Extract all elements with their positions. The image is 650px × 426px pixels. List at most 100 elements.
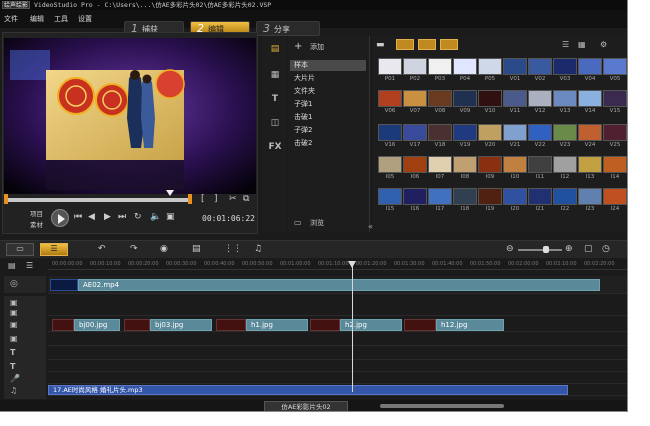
timeline-playhead-line[interactable] <box>352 262 353 392</box>
storyboard-view-icon[interactable]: ▭ <box>6 243 34 256</box>
list-view-icon[interactable]: ☰ <box>562 40 569 49</box>
media-thumbnail[interactable] <box>378 124 402 141</box>
media-thumbnail[interactable] <box>403 188 427 205</box>
project-mode-label[interactable]: 项目 <box>30 208 43 218</box>
media-thumbnail[interactable] <box>453 188 477 205</box>
media-thumbnail[interactable] <box>603 90 627 107</box>
overlay-clip-thumbnail[interactable] <box>52 319 74 331</box>
options-icon[interactable]: ⚙ <box>600 40 607 49</box>
video-clip-thumbnail[interactable] <box>50 279 78 291</box>
video-clip[interactable]: AE02.mp4 <box>78 279 600 291</box>
overlay-clip[interactable]: h2.jpg <box>340 319 402 331</box>
menu-edit[interactable]: 编辑 <box>30 14 44 24</box>
show-photo-icon[interactable] <box>418 39 436 50</box>
mark-out-button[interactable]: ] <box>214 194 218 204</box>
media-thumbnail[interactable] <box>478 58 502 75</box>
media-thumbnail[interactable] <box>428 58 452 75</box>
overlay-clip[interactable]: bj00.jpg <box>74 319 120 331</box>
media-thumbnail[interactable] <box>578 58 602 75</box>
repeat-icon[interactable]: ↻ <box>134 212 142 222</box>
media-thumbnail[interactable] <box>578 90 602 107</box>
time-ruler[interactable]: 00:00:00:00 00:00:10:00 00:00:20:00 00:00:3… <box>48 260 627 270</box>
media-thumbnail[interactable] <box>603 58 627 75</box>
media-thumbnail[interactable] <box>528 156 552 173</box>
timeline-view-icon[interactable]: ☰ <box>40 243 68 256</box>
overlay-clip[interactable]: bj03.jpg <box>150 319 212 331</box>
mark-in-button[interactable]: [ <box>201 194 205 204</box>
trim-start-handle[interactable] <box>4 194 8 204</box>
media-thumbnail[interactable] <box>503 124 527 141</box>
media-thumbnail[interactable] <box>403 58 427 75</box>
overlay-clip-thumbnail[interactable] <box>310 319 340 331</box>
zoom-slider-thumb[interactable] <box>543 246 549 253</box>
media-thumbnail[interactable] <box>553 156 577 173</box>
media-thumbnail[interactable] <box>603 188 627 205</box>
zoom-out-icon[interactable]: ⊖ <box>506 244 514 254</box>
overlay-clip-thumbnail[interactable] <box>124 319 150 331</box>
previous-frame-icon[interactable]: ◀ <box>88 212 95 222</box>
media-thumbnail[interactable] <box>453 124 477 141</box>
track-manager-icon[interactable]: ▤ <box>8 261 16 270</box>
zoom-slider[interactable] <box>518 249 562 251</box>
media-thumbnail[interactable] <box>503 188 527 205</box>
project-duration-icon[interactable]: ◷ <box>602 244 610 254</box>
media-thumbnail[interactable] <box>428 156 452 173</box>
folder-item[interactable]: 子弹1 <box>290 99 366 110</box>
collapse-library-icon[interactable]: « <box>368 222 373 231</box>
sound-mixer-icon[interactable]: ⋮⋮ <box>224 244 242 254</box>
overlay-clip[interactable]: h12.jpg <box>436 319 504 331</box>
media-thumbnail[interactable] <box>428 90 452 107</box>
media-thumbnail[interactable] <box>553 58 577 75</box>
media-thumbnail[interactable] <box>478 124 502 141</box>
media-icon[interactable]: ▤ <box>268 44 282 56</box>
media-thumbnail[interactable] <box>528 124 552 141</box>
video-track-header[interactable]: ◎ <box>4 276 46 294</box>
browse-label[interactable]: 浏览 <box>310 218 324 228</box>
overlay-clip[interactable]: h1.jpg <box>246 319 308 331</box>
auto-music-icon[interactable]: ♫ <box>254 244 262 254</box>
media-thumbnail[interactable] <box>403 156 427 173</box>
menu-tools[interactable]: 工具 <box>54 14 68 24</box>
media-thumbnail[interactable] <box>553 124 577 141</box>
folder-item[interactable]: 子弹2 <box>290 125 366 136</box>
smart-proxy-icon[interactable]: ▤ <box>192 244 201 254</box>
show-audio-icon[interactable] <box>440 39 458 50</box>
chapter-point-icon[interactable]: ☰ <box>26 261 33 270</box>
media-thumbnail[interactable] <box>478 90 502 107</box>
menu-file[interactable]: 文件 <box>4 14 18 24</box>
scrub-playhead[interactable] <box>166 190 174 196</box>
folder-item[interactable]: 击破2 <box>290 138 366 149</box>
media-thumbnail[interactable] <box>378 156 402 173</box>
media-thumbnail[interactable] <box>503 156 527 173</box>
step-share[interactable]: 3 分享 <box>256 21 320 36</box>
media-thumbnail[interactable] <box>378 58 402 75</box>
folder-icon[interactable]: ▬ <box>376 40 385 50</box>
filter-icon[interactable]: FX <box>268 142 282 154</box>
overlay-clip-thumbnail[interactable] <box>404 319 436 331</box>
scrub-bar[interactable] <box>6 198 192 202</box>
title-icon[interactable]: T <box>268 94 282 106</box>
media-thumbnail[interactable] <box>453 58 477 75</box>
hd-icon[interactable]: ▣ <box>166 212 175 222</box>
media-thumbnail[interactable] <box>403 90 427 107</box>
media-thumbnail[interactable] <box>378 90 402 107</box>
folder-item[interactable]: 文件夹 <box>290 86 366 97</box>
add-icon[interactable]: + <box>294 41 302 52</box>
next-frame-icon[interactable]: ▶ <box>104 212 111 222</box>
volume-icon[interactable]: 🔈 <box>150 212 161 222</box>
media-thumbnail[interactable] <box>478 156 502 173</box>
media-thumbnail[interactable] <box>503 90 527 107</box>
record-capture-icon[interactable]: ◉ <box>160 244 168 254</box>
media-thumbnail[interactable] <box>603 156 627 173</box>
undo-icon[interactable]: ↶ <box>98 244 106 254</box>
browse-icon[interactable]: ▭ <box>294 218 302 227</box>
scissors-icon[interactable]: ✂ <box>229 194 237 204</box>
overlay-clip-thumbnail[interactable] <box>216 319 246 331</box>
show-video-icon[interactable] <box>396 39 414 50</box>
media-thumbnail[interactable] <box>603 124 627 141</box>
redo-icon[interactable]: ↷ <box>130 244 138 254</box>
media-thumbnail[interactable] <box>528 58 552 75</box>
music-track-header[interactable]: ♫ <box>4 384 46 400</box>
music-clip[interactable]: 17.AE时尚风格 婚礼片头.mp3 <box>48 385 568 395</box>
timeline-scrollbar[interactable] <box>380 404 504 408</box>
